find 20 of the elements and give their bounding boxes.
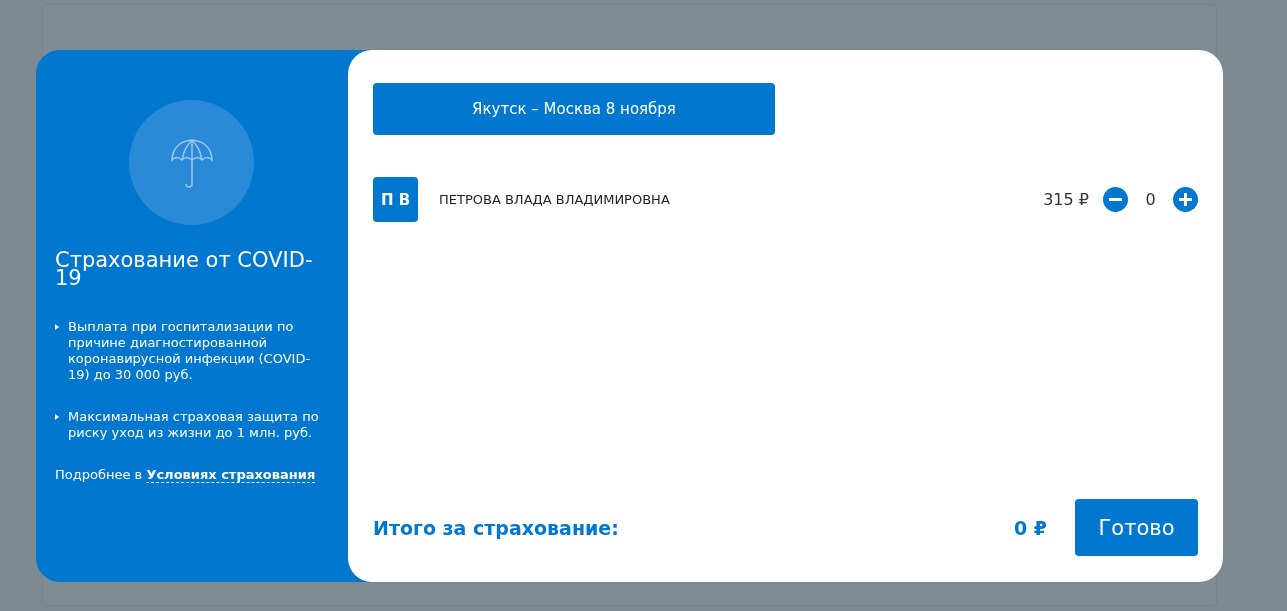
umbrella-icon: [170, 137, 213, 188]
bullet-icon: [55, 414, 59, 420]
minus-icon: [1109, 198, 1122, 201]
benefit-text: Максимальная страховая защита по риску уход из жизни до 1 млн. руб.: [68, 409, 320, 441]
decrease-button[interactable]: [1103, 187, 1128, 212]
more-info-text: Подробнее в Условиях страхования: [55, 467, 317, 483]
total-amount: 0 ₽: [1013, 516, 1047, 539]
benefit-text: Выплата при госпитализации по причине диагностированной коронавирусной инфекции (COVID-19) до 30 000 руб.: [68, 319, 312, 383]
insurance-title: Страхование от COVID-19: [55, 251, 314, 287]
quantity-value: 0: [1144, 190, 1157, 209]
total-label: Итого за страхование:: [373, 516, 620, 539]
insurance-price: 315 ₽: [1043, 190, 1089, 209]
increase-button[interactable]: [1173, 187, 1198, 212]
initials-avatar: П В: [373, 177, 418, 222]
flight-button[interactable]: Якутск – Москва 8 ноября: [373, 83, 775, 135]
terms-link[interactable]: Условиях страхования: [146, 467, 316, 483]
plus-icon: [1179, 193, 1192, 206]
passenger-name: ПЕТРОВА ВЛАДА ВЛАДИМИРОВНА: [439, 192, 671, 207]
done-button[interactable]: Готово: [1075, 499, 1198, 556]
bullet-icon: [55, 324, 59, 330]
